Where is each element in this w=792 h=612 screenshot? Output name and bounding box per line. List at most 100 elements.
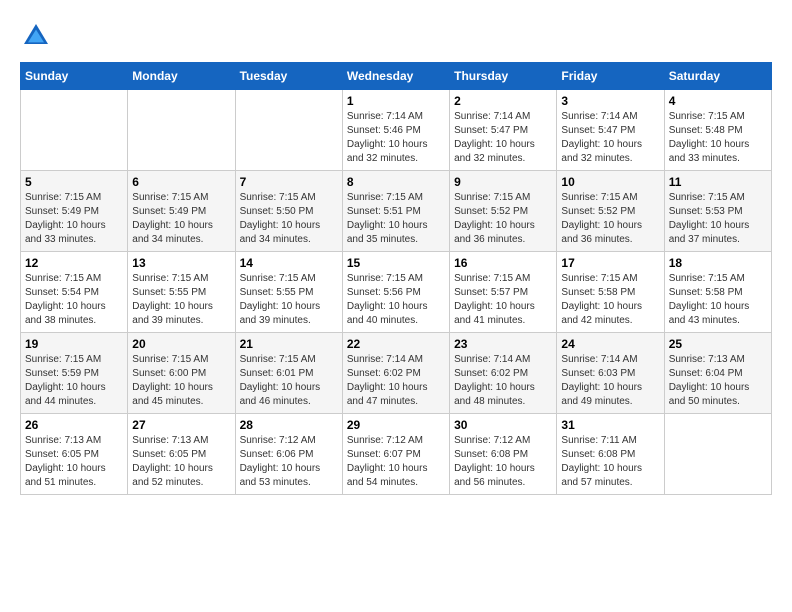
calendar-cell: 31 Sunrise: 7:11 AMSunset: 6:08 PMDayligh… (557, 414, 664, 495)
week-row-1: 1Sunrise: 7:14 AMSunset: 5:46 PMDaylight… (21, 90, 772, 171)
day-number: 5 (25, 175, 123, 189)
calendar-cell (235, 90, 342, 171)
day-number: 16 (454, 256, 552, 270)
calendar-cell: 16 Sunrise: 7:15 AMSunset: 5:57 PMDayligh… (450, 252, 557, 333)
day-info: Sunrise: 7:15 AMSunset: 5:49 PMDaylight:… (132, 191, 230, 247)
calendar-cell (664, 414, 771, 495)
week-row-3: 12 Sunrise: 7:15 AMSunset: 5:54 PMDayligh… (21, 252, 772, 333)
day-info: Sunrise: 7:12 AMSunset: 6:06 PMDaylight:… (240, 434, 338, 490)
calendar-cell: 10 Sunrise: 7:15 AMSunset: 5:52 PMDayligh… (557, 171, 664, 252)
calendar-cell: 24Sunrise: 7:14 AMSunset: 6:03 PMDayligh… (557, 333, 664, 414)
day-info: Sunrise: 7:15 AMSunset: 5:58 PMDaylight:… (669, 272, 767, 328)
day-info: Sunrise: 7:15 AMSunset: 5:54 PMDaylight:… (25, 272, 123, 328)
day-info: Sunrise: 7:14 AMSunset: 6:03 PMDaylight:… (561, 353, 659, 409)
day-info: Sunrise: 7:15 AMSunset: 6:00 PMDaylight:… (132, 353, 230, 409)
day-number: 18 (669, 256, 767, 270)
day-header-saturday: Saturday (664, 63, 771, 90)
day-number: 1 (347, 94, 445, 108)
day-info: Sunrise: 7:15 AMSunset: 5:50 PMDaylight:… (240, 191, 338, 247)
day-number: 21 (240, 337, 338, 351)
calendar-cell: 22 Sunrise: 7:14 AMSunset: 6:02 PMDayligh… (342, 333, 449, 414)
calendar-cell (21, 90, 128, 171)
day-info: Sunrise: 7:15 AMSunset: 5:49 PMDaylight:… (25, 191, 123, 247)
day-number: 31 (561, 418, 659, 432)
calendar-cell: 17Sunrise: 7:15 AMSunset: 5:58 PMDayligh… (557, 252, 664, 333)
day-number: 4 (669, 94, 767, 108)
calendar-cell: 14 Sunrise: 7:15 AMSunset: 5:55 PMDayligh… (235, 252, 342, 333)
day-info: Sunrise: 7:14 AMSunset: 6:02 PMDaylight:… (347, 353, 445, 409)
day-number: 15 (347, 256, 445, 270)
day-info: Sunrise: 7:11 AMSunset: 6:08 PMDaylight:… (561, 434, 659, 490)
day-info: Sunrise: 7:15 AMSunset: 5:52 PMDaylight:… (561, 191, 659, 247)
day-number: 8 (347, 175, 445, 189)
week-row-2: 5 Sunrise: 7:15 AMSunset: 5:49 PMDaylight… (21, 171, 772, 252)
day-info: Sunrise: 7:15 AMSunset: 5:55 PMDaylight:… (240, 272, 338, 328)
day-number: 12 (25, 256, 123, 270)
day-info: Sunrise: 7:15 AMSunset: 5:59 PMDaylight:… (25, 353, 123, 409)
day-number: 11 (669, 175, 767, 189)
day-header-tuesday: Tuesday (235, 63, 342, 90)
day-info: Sunrise: 7:15 AMSunset: 5:53 PMDaylight:… (669, 191, 767, 247)
week-row-4: 19Sunrise: 7:15 AMSunset: 5:59 PMDayligh… (21, 333, 772, 414)
calendar-cell: 6 Sunrise: 7:15 AMSunset: 5:49 PMDaylight… (128, 171, 235, 252)
day-info: Sunrise: 7:13 AMSunset: 6:05 PMDaylight:… (132, 434, 230, 490)
day-number: 9 (454, 175, 552, 189)
day-number: 10 (561, 175, 659, 189)
day-info: Sunrise: 7:15 AMSunset: 5:56 PMDaylight:… (347, 272, 445, 328)
calendar-cell: 26Sunrise: 7:13 AMSunset: 6:05 PMDayligh… (21, 414, 128, 495)
calendar-cell: 11 Sunrise: 7:15 AMSunset: 5:53 PMDayligh… (664, 171, 771, 252)
day-info: Sunrise: 7:14 AMSunset: 5:47 PMDaylight:… (561, 110, 659, 166)
day-info: Sunrise: 7:13 AMSunset: 6:04 PMDaylight:… (669, 353, 767, 409)
day-info: Sunrise: 7:15 AMSunset: 5:52 PMDaylight:… (454, 191, 552, 247)
day-header-friday: Friday (557, 63, 664, 90)
calendar-cell: 15 Sunrise: 7:15 AMSunset: 5:56 PMDayligh… (342, 252, 449, 333)
day-info: Sunrise: 7:15 AMSunset: 5:51 PMDaylight:… (347, 191, 445, 247)
week-row-5: 26Sunrise: 7:13 AMSunset: 6:05 PMDayligh… (21, 414, 772, 495)
calendar-cell: 12 Sunrise: 7:15 AMSunset: 5:54 PMDayligh… (21, 252, 128, 333)
calendar-cell: 28 Sunrise: 7:12 AMSunset: 6:06 PMDayligh… (235, 414, 342, 495)
calendar-cell: 3 Sunrise: 7:14 AMSunset: 5:47 PMDaylight… (557, 90, 664, 171)
calendar-cell: 4 Sunrise: 7:15 AMSunset: 5:48 PMDaylight… (664, 90, 771, 171)
page-header (20, 20, 772, 52)
day-info: Sunrise: 7:14 AMSunset: 6:02 PMDaylight:… (454, 353, 552, 409)
calendar-cell: 29Sunrise: 7:12 AMSunset: 6:07 PMDayligh… (342, 414, 449, 495)
logo (20, 20, 56, 52)
day-header-sunday: Sunday (21, 63, 128, 90)
day-number: 29 (347, 418, 445, 432)
calendar-cell: 8 Sunrise: 7:15 AMSunset: 5:51 PMDaylight… (342, 171, 449, 252)
calendar: SundayMondayTuesdayWednesdayThursdayFrid… (20, 62, 772, 495)
calendar-cell (128, 90, 235, 171)
day-number: 20 (132, 337, 230, 351)
day-header-monday: Monday (128, 63, 235, 90)
day-number: 25 (669, 337, 767, 351)
day-info: Sunrise: 7:15 AMSunset: 6:01 PMDaylight:… (240, 353, 338, 409)
calendar-cell: 30Sunrise: 7:12 AMSunset: 6:08 PMDayligh… (450, 414, 557, 495)
calendar-cell: 21 Sunrise: 7:15 AMSunset: 6:01 PMDayligh… (235, 333, 342, 414)
calendar-cell: 25 Sunrise: 7:13 AMSunset: 6:04 PMDayligh… (664, 333, 771, 414)
day-number: 7 (240, 175, 338, 189)
calendar-cell: 2 Sunrise: 7:14 AMSunset: 5:47 PMDaylight… (450, 90, 557, 171)
day-number: 2 (454, 94, 552, 108)
day-number: 23 (454, 337, 552, 351)
calendar-header-row: SundayMondayTuesdayWednesdayThursdayFrid… (21, 63, 772, 90)
calendar-cell: 20 Sunrise: 7:15 AMSunset: 6:00 PMDayligh… (128, 333, 235, 414)
logo-icon (20, 20, 52, 52)
day-number: 6 (132, 175, 230, 189)
calendar-cell: 19Sunrise: 7:15 AMSunset: 5:59 PMDayligh… (21, 333, 128, 414)
day-number: 3 (561, 94, 659, 108)
day-info: Sunrise: 7:15 AMSunset: 5:57 PMDaylight:… (454, 272, 552, 328)
day-info: Sunrise: 7:12 AMSunset: 6:08 PMDaylight:… (454, 434, 552, 490)
calendar-cell: 7 Sunrise: 7:15 AMSunset: 5:50 PMDaylight… (235, 171, 342, 252)
day-number: 22 (347, 337, 445, 351)
calendar-cell: 27Sunrise: 7:13 AMSunset: 6:05 PMDayligh… (128, 414, 235, 495)
calendar-cell: 1Sunrise: 7:14 AMSunset: 5:46 PMDaylight… (342, 90, 449, 171)
day-info: Sunrise: 7:15 AMSunset: 5:58 PMDaylight:… (561, 272, 659, 328)
day-number: 28 (240, 418, 338, 432)
day-info: Sunrise: 7:15 AMSunset: 5:48 PMDaylight:… (669, 110, 767, 166)
calendar-cell: 18 Sunrise: 7:15 AMSunset: 5:58 PMDayligh… (664, 252, 771, 333)
day-info: Sunrise: 7:14 AMSunset: 5:47 PMDaylight:… (454, 110, 552, 166)
day-header-thursday: Thursday (450, 63, 557, 90)
day-number: 14 (240, 256, 338, 270)
day-info: Sunrise: 7:13 AMSunset: 6:05 PMDaylight:… (25, 434, 123, 490)
day-number: 13 (132, 256, 230, 270)
